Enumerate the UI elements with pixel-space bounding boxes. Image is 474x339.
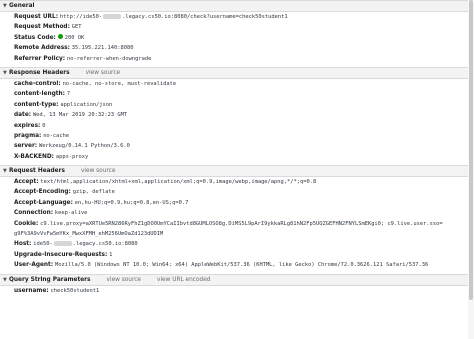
- request-url-row: Request URL: http://ide50- .legacy.cs50.i…: [0, 12, 474, 22]
- response-header-value: Wed, 13 Mar 2019 20:32:23 GMT: [32, 112, 128, 119]
- accept-encoding-label: Accept-Encoding:: [14, 189, 71, 196]
- user-agent-label: User-Agent:: [14, 262, 54, 269]
- connection-row: Connection: keep-alive: [0, 208, 474, 218]
- response-header-row: pragma: no-cache: [0, 131, 474, 141]
- username-param-row: username: check50student1: [0, 286, 474, 296]
- accept-language-row: Accept-Language: en,hu-HU;q=0.9,hu;q=0.8…: [0, 198, 474, 208]
- accept-encoding-row: Accept-Encoding: gzip, deflate: [0, 187, 474, 197]
- request-headers-title: Request Headers: [9, 168, 65, 175]
- username-param-label: username:: [14, 287, 49, 294]
- request-method-label: Request Method:: [14, 24, 70, 31]
- status-code-row: Status Code: 200 OK: [0, 33, 474, 43]
- user-agent-value: Mozilla/5.0 (Windows NT 10.0; Win64; x64…: [54, 262, 429, 269]
- response-headers-title: Response Headers: [9, 69, 70, 76]
- response-header-row: server: Werkzeug/0.14.1 Python/3.6.0: [0, 141, 474, 151]
- request-url-post: .legacy.cs50.io:8080/check?username=chec…: [122, 14, 288, 20]
- status-ok-dot-icon: [57, 34, 63, 40]
- status-code-value: 200 OK: [64, 34, 85, 41]
- general-title: General: [9, 3, 35, 9]
- cookie-value-line1: c9.live.proxy=aXRTUe5RN286RyFhZ1gDO0UmYC…: [40, 220, 443, 227]
- response-header-key: content-length:: [14, 91, 65, 98]
- request-url-pre: http://ide50-: [59, 14, 103, 20]
- response-header-row: cache-control: no-cache, no-store, must-…: [0, 79, 474, 89]
- response-header-key: server:: [14, 143, 38, 150]
- response-headers-list: cache-control: no-cache, no-store, must-…: [0, 79, 474, 162]
- response-header-value: 7: [66, 91, 71, 98]
- response-header-value: apps-proxy: [55, 153, 89, 160]
- request-headers-section-header[interactable]: ▼ Request Headers view source: [0, 165, 474, 178]
- vertical-scrollbar[interactable]: [468, 0, 474, 339]
- response-header-value: no-cache, no-store, must-revalidate: [62, 80, 177, 87]
- remote-address-value: 35.195.221.140:8080: [71, 45, 134, 52]
- user-agent-row: User-Agent: Mozilla/5.0 (Windows NT 10.0…: [0, 260, 474, 270]
- remote-address-label: Remote Address:: [14, 45, 70, 52]
- cookie-row: Cookie: c9.live.proxy=aXRTUe5RN286RyFhZ1…: [0, 219, 474, 229]
- request-method-row: Request Method: GET: [0, 22, 474, 32]
- query-view-source-link[interactable]: view source: [107, 277, 141, 283]
- host-post: .legacy.cs50.io:8080: [72, 241, 138, 248]
- upgrade-insecure-label: Upgrade-Insecure-Requests:: [14, 251, 108, 258]
- referrer-policy-row: Referrer Policy: no-referrer-when-downgr…: [0, 54, 474, 64]
- response-header-row: X-BACKEND: apps-proxy: [0, 152, 474, 162]
- request-url-label: Request URL:: [14, 14, 59, 20]
- response-view-source-link[interactable]: view source: [86, 70, 120, 76]
- request-method-value: GET: [71, 24, 82, 31]
- response-header-value: no-cache: [43, 132, 70, 139]
- response-header-value: application/json: [60, 101, 113, 108]
- response-header-key: expires:: [14, 122, 41, 129]
- response-header-value: 0: [42, 122, 46, 129]
- accept-row: Accept: text/html,application/xhtml+xml,…: [0, 177, 474, 187]
- response-header-row: date: Wed, 13 Mar 2019 20:32:23 GMT: [0, 110, 474, 120]
- scrollbar-thumb[interactable]: [469, 0, 473, 300]
- response-header-key: pragma:: [14, 132, 42, 139]
- response-header-key: cache-control:: [14, 80, 61, 87]
- response-header-key: X-BACKEND:: [14, 153, 54, 160]
- response-header-key: date:: [14, 112, 32, 119]
- remote-address-row: Remote Address: 35.195.221.140:8080: [0, 43, 474, 53]
- devtools-headers-panel: ▼ General Request URL: http://ide50- .lega…: [0, 0, 474, 296]
- host-row: Host: ide50- .legacy.cs50.io:8080: [0, 239, 474, 249]
- referrer-policy-value: no-referrer-when-downgrade: [66, 55, 152, 62]
- response-header-row: content-type: application/json: [0, 100, 474, 110]
- response-header-key: content-type:: [14, 101, 59, 108]
- host-label: Host:: [14, 241, 32, 248]
- redacted-block: [53, 240, 72, 246]
- redacted-block: [103, 13, 122, 19]
- upgrade-insecure-row: Upgrade-Insecure-Requests: 1: [0, 250, 474, 260]
- host-pre: ide50-: [33, 241, 53, 248]
- connection-value: keep-alive: [54, 210, 88, 217]
- query-params-title: Query String Parameters: [9, 276, 91, 283]
- upgrade-insecure-value: 1: [109, 251, 113, 258]
- referrer-policy-label: Referrer Policy:: [14, 55, 66, 62]
- status-code-label: Status Code:: [14, 34, 56, 41]
- accept-encoding-value: gzip, deflate: [72, 189, 115, 196]
- accept-language-value: en,hu-HU;q=0.9,hu;q=0.8,en-US;q=0.7: [74, 199, 189, 206]
- accept-label: Accept:: [14, 179, 39, 186]
- general-section-header[interactable]: ▼ General: [0, 0, 474, 12]
- response-header-value: Werkzeug/0.14.1 Python/3.6.0: [38, 143, 130, 150]
- username-param-value: check50student1: [50, 287, 100, 294]
- cookie-row-continued: g9F%3A9vVvFw5mYKx_MwxXFMH_ehM256UmOaZd12…: [0, 229, 474, 239]
- cookie-label: Cookie:: [14, 220, 39, 227]
- accept-value: text/html,application/xhtml+xml,applicat…: [40, 179, 317, 186]
- response-header-row: content-length: 7: [0, 89, 474, 99]
- response-headers-section-header[interactable]: ▼ Response Headers view source: [0, 66, 474, 79]
- query-view-url-encoded-link[interactable]: view URL encoded: [157, 277, 210, 283]
- accept-language-label: Accept-Language:: [14, 199, 73, 206]
- response-header-row: expires: 0: [0, 121, 474, 131]
- request-view-source-link[interactable]: view source: [81, 168, 115, 174]
- connection-label: Connection:: [14, 210, 54, 217]
- query-params-section-header[interactable]: ▼ Query String Parameters view source vie…: [0, 273, 474, 286]
- cookie-value-line2: g9F%3A9vVvFw5mYKx_MwxXFMH_ehM256UmOaZd12…: [14, 231, 164, 238]
